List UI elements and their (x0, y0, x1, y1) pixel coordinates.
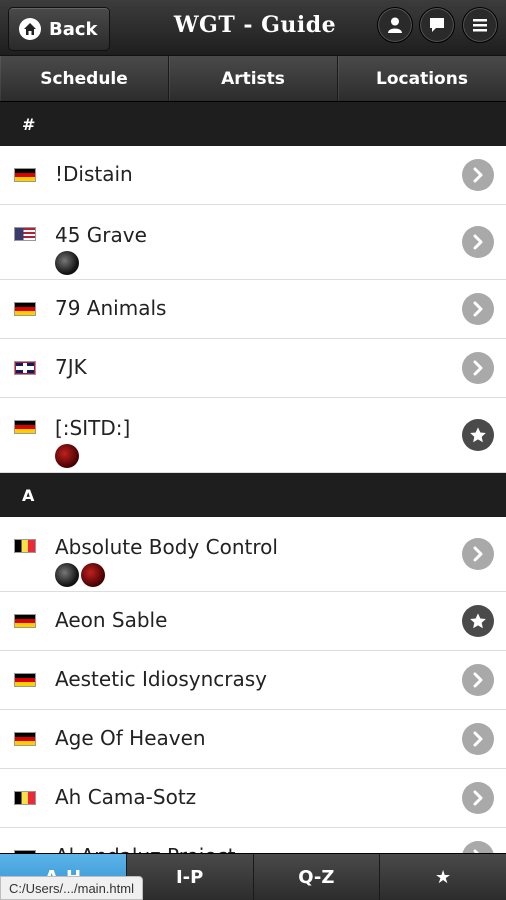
de-flag-icon (14, 614, 36, 628)
list-item[interactable]: Age Of Heaven (0, 710, 506, 769)
favorite-star-icon[interactable] (462, 605, 494, 637)
chevron-right-icon[interactable] (462, 538, 494, 570)
user-button[interactable] (377, 7, 413, 43)
chevron-right-icon[interactable] (462, 226, 494, 258)
de-flag-icon (14, 302, 36, 316)
be-flag-icon (14, 791, 36, 805)
chat-button[interactable] (419, 7, 455, 43)
user-icon (388, 17, 402, 33)
section-divider: # (0, 102, 506, 146)
list-item[interactable]: [:SITD:] (0, 398, 506, 473)
de-flag-icon (14, 673, 36, 687)
uk-flag-icon (14, 361, 36, 375)
menu-icon (473, 19, 487, 32)
tab-favorites[interactable]: ★ (380, 854, 506, 900)
list-item[interactable]: 45 Grave (0, 205, 506, 280)
list-item[interactable]: !Distain (0, 146, 506, 205)
us-flag-icon (14, 227, 36, 241)
favorite-star-icon[interactable] (462, 419, 494, 451)
list-item[interactable]: 79 Animals (0, 280, 506, 339)
tab-i-p[interactable]: I-P (127, 854, 254, 900)
list-item[interactable]: Absolute Body Control (0, 517, 506, 592)
red-badge-icon (81, 563, 105, 587)
back-button[interactable]: Back (8, 7, 110, 51)
artist-list[interactable]: # !Distain 45 Grave 79 Animals 7JK [:SITD:] A A… (0, 102, 506, 854)
chat-icon (430, 18, 444, 32)
app-title: WGT - Guide (173, 12, 337, 38)
artist-name: Aeon Sable (55, 608, 168, 632)
dark-badge-icon (55, 251, 79, 275)
section-divider: A (0, 473, 506, 517)
chevron-right-icon[interactable] (462, 159, 494, 191)
tab-q-z[interactable]: Q-Z (254, 854, 381, 900)
chevron-right-icon[interactable] (462, 782, 494, 814)
dark-badge-icon (55, 563, 79, 587)
de-flag-icon (14, 420, 36, 434)
status-bar: C:/Users/.../main.html (0, 876, 143, 900)
tab-artists[interactable]: Artists (169, 56, 338, 101)
de-flag-icon (14, 732, 36, 746)
genre-badges (55, 444, 79, 468)
back-label: Back (49, 18, 98, 40)
artist-name: Absolute Body Control (55, 535, 278, 559)
menu-button[interactable] (462, 7, 498, 43)
tab-schedule[interactable]: Schedule (0, 56, 169, 101)
artist-name: 79 Animals (55, 296, 167, 320)
red-badge-icon (55, 444, 79, 468)
list-item[interactable]: Aeon Sable (0, 592, 506, 651)
tab-locations[interactable]: Locations (338, 56, 506, 101)
genre-badges (55, 251, 79, 275)
home-icon (19, 18, 41, 40)
list-item[interactable]: 7JK (0, 339, 506, 398)
list-item[interactable]: Ah Cama-Sotz (0, 769, 506, 828)
artist-name: [:SITD:] (55, 416, 131, 440)
artist-name: 45 Grave (55, 223, 147, 247)
de-flag-icon (14, 168, 36, 182)
main-nav: Schedule Artists Locations (0, 56, 506, 102)
be-flag-icon (14, 539, 36, 553)
artist-name: Aestetic Idiosyncrasy (55, 667, 268, 691)
app-header: Back WGT - Guide (0, 0, 506, 56)
list-item[interactable]: Al Andaluz Project (0, 828, 506, 854)
chevron-right-icon[interactable] (462, 664, 494, 696)
chevron-right-icon[interactable] (462, 723, 494, 755)
artist-name: 7JK (55, 355, 87, 379)
chevron-right-icon[interactable] (462, 352, 494, 384)
artist-name: Age Of Heaven (55, 726, 206, 750)
genre-badges (55, 563, 105, 587)
artist-name: !Distain (55, 162, 133, 186)
list-item[interactable]: Aestetic Idiosyncrasy (0, 651, 506, 710)
chevron-right-icon[interactable] (462, 293, 494, 325)
artist-name: Ah Cama-Sotz (55, 785, 197, 809)
